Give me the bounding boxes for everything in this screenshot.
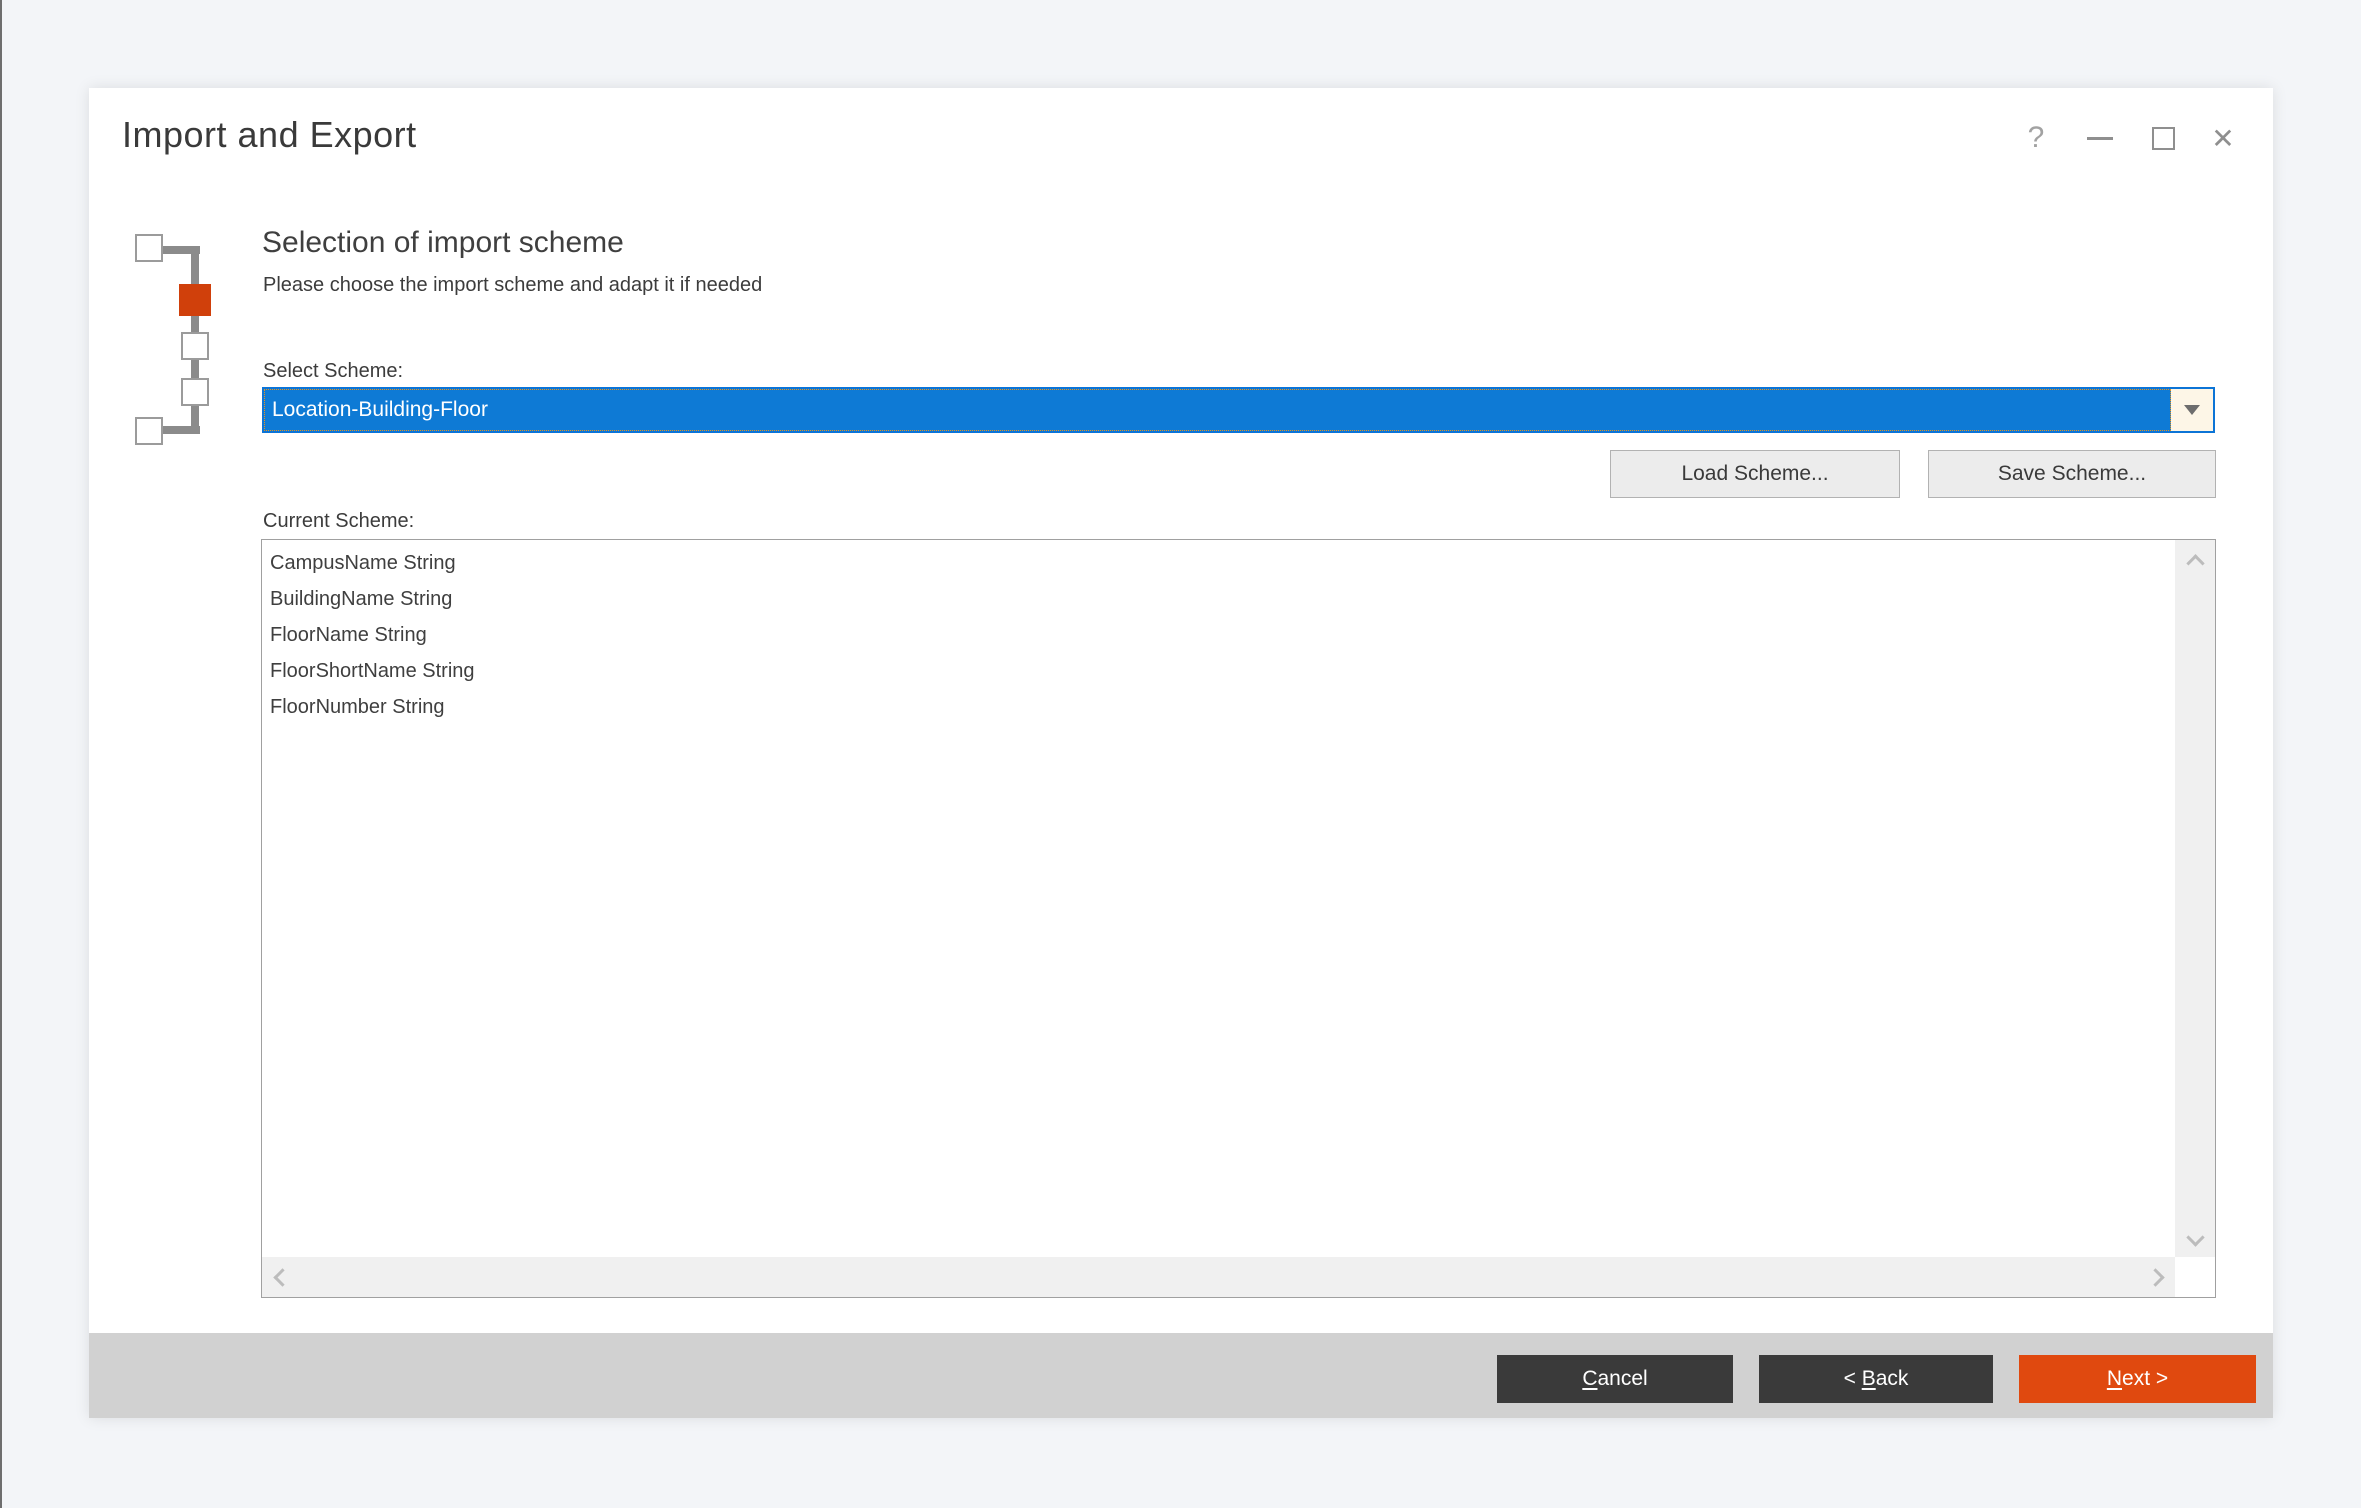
help-icon: ? (2028, 121, 2045, 155)
minimize-icon (2087, 137, 2113, 140)
combobox-dropdown-button[interactable] (2171, 389, 2213, 431)
scheme-combobox[interactable]: Location-Building-Floor (262, 387, 2215, 433)
scroll-up-button[interactable] (2175, 540, 2215, 580)
scroll-right-button[interactable] (2135, 1257, 2175, 1297)
load-scheme-button[interactable]: Load Scheme... (1610, 450, 1900, 498)
import-export-dialog: Import and Export ? ✕ Selection of impor… (89, 88, 2273, 1418)
save-scheme-button[interactable]: Save Scheme... (1928, 450, 2216, 498)
scheme-list: CampusName StringBuildingName StringFloo… (261, 539, 2216, 1298)
list-item[interactable]: CampusName String (262, 545, 2173, 581)
back-button[interactable]: < Back (1759, 1355, 1993, 1403)
cancel-button[interactable]: Cancel (1497, 1355, 1733, 1403)
wizard-connector-bottom (163, 426, 200, 434)
window-edge-line (0, 0, 2, 1508)
chevron-left-icon (273, 1268, 291, 1286)
scheme-list-viewport: CampusName StringBuildingName StringFloo… (262, 540, 2215, 1297)
footer-bar: Cancel < Back Next > (89, 1333, 2273, 1418)
wizard-step-2 (179, 284, 211, 316)
scheme-list-items: CampusName StringBuildingName StringFloo… (262, 545, 2173, 725)
page-title: Selection of import scheme (262, 226, 624, 260)
close-icon: ✕ (2211, 122, 2234, 155)
wizard-step-5 (135, 417, 163, 445)
chevron-down-icon (2184, 405, 2200, 415)
window-title: Import and Export (122, 114, 417, 156)
chevron-up-icon (2186, 554, 2204, 572)
vertical-scrollbar[interactable] (2175, 540, 2215, 1257)
current-scheme-label: Current Scheme: (263, 510, 414, 533)
list-item[interactable]: FloorName String (262, 617, 2173, 653)
list-item[interactable]: FloorShortName String (262, 653, 2173, 689)
maximize-icon (2152, 127, 2175, 150)
chevron-right-icon (2146, 1268, 2164, 1286)
wizard-connector-top (163, 246, 200, 254)
help-button[interactable]: ? (2014, 116, 2058, 160)
next-button[interactable]: Next > (2019, 1355, 2256, 1403)
horizontal-scrollbar[interactable] (262, 1257, 2175, 1297)
scroll-left-button[interactable] (262, 1257, 302, 1297)
scroll-down-button[interactable] (2175, 1217, 2215, 1257)
list-item[interactable]: FloorNumber String (262, 689, 2173, 725)
chevron-down-icon (2186, 1228, 2204, 1246)
list-item[interactable]: BuildingName String (262, 581, 2173, 617)
maximize-button[interactable] (2141, 116, 2185, 160)
close-button[interactable]: ✕ (2201, 116, 2245, 160)
select-scheme-label: Select Scheme: (263, 360, 403, 383)
combobox-selected-value[interactable]: Location-Building-Floor (264, 389, 2171, 431)
minimize-button[interactable] (2078, 116, 2122, 160)
wizard-step-3 (181, 332, 209, 360)
page-subtitle: Please choose the import scheme and adap… (263, 274, 762, 297)
wizard-step-1 (135, 234, 163, 262)
wizard-step-4 (181, 378, 209, 406)
